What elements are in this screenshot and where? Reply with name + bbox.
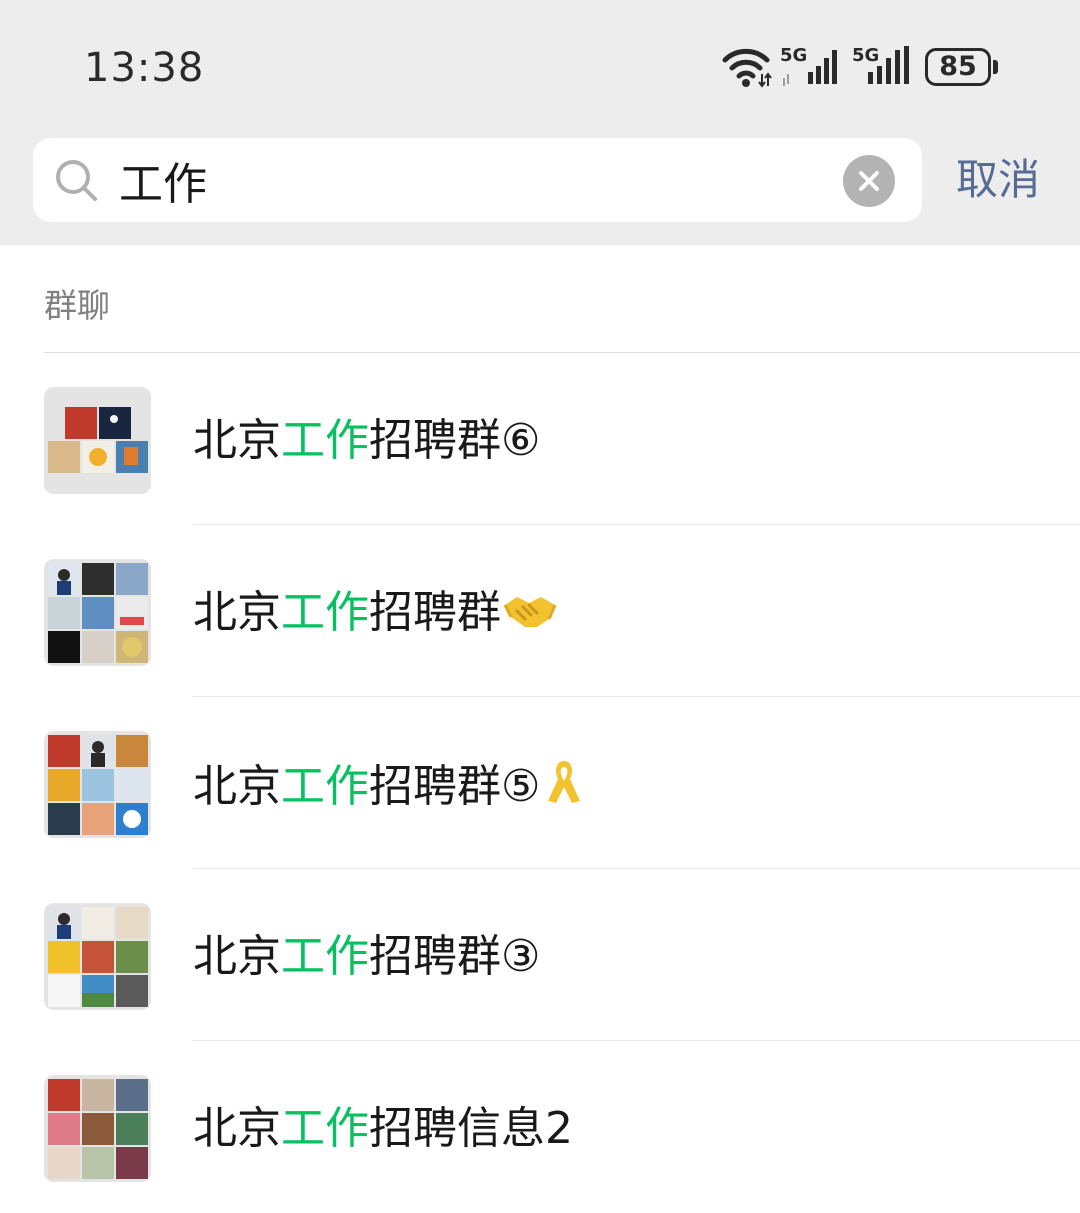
group-avatar xyxy=(44,903,151,1010)
close-icon xyxy=(859,171,879,191)
group-avatar xyxy=(44,559,151,666)
network-label: 5G xyxy=(852,45,879,66)
handshake-emoji xyxy=(503,597,557,627)
group-avatar xyxy=(44,731,151,838)
signal-icon: 5G xyxy=(780,45,837,86)
group-name: 北京工作招聘信息2 xyxy=(193,1103,573,1154)
group-name: 北京工作招聘群⑤ xyxy=(193,757,586,815)
list-item[interactable]: 北京工作招聘群⑥ xyxy=(0,353,1080,525)
list-item[interactable]: 北京工作招聘群 xyxy=(0,525,1080,697)
search-icon xyxy=(56,160,97,201)
list-item[interactable]: 北京工作招聘信息2 xyxy=(0,1041,1080,1213)
battery-icon: 85 xyxy=(925,48,999,86)
network-label: 5G xyxy=(780,45,807,66)
section-title: 群聊 xyxy=(44,286,110,325)
top-area: 13:38 5G 5G 85 工作 取消 xyxy=(0,0,1080,245)
group-avatar xyxy=(44,387,151,494)
wifi-icon xyxy=(722,48,772,88)
signal-icon: 5G xyxy=(852,45,909,84)
group-avatar xyxy=(44,1075,151,1182)
battery-level: 85 xyxy=(939,51,977,82)
group-name: 北京工作招聘群③ xyxy=(193,931,541,982)
group-name: 北京工作招聘群 xyxy=(193,585,557,641)
list-item[interactable]: 北京工作招聘群③ xyxy=(0,869,1080,1041)
search-bar[interactable] xyxy=(33,138,922,222)
battery-cap xyxy=(993,60,998,74)
cancel-button[interactable]: 取消 xyxy=(956,152,1040,208)
ribbon-emoji xyxy=(548,761,581,803)
status-time: 13:38 xyxy=(84,45,205,91)
list-item[interactable]: 北京工作招聘群⑤ xyxy=(0,697,1080,869)
search-input[interactable] xyxy=(119,148,819,212)
clear-search-button[interactable] xyxy=(843,155,895,207)
group-name: 北京工作招聘群⑥ xyxy=(193,415,541,466)
